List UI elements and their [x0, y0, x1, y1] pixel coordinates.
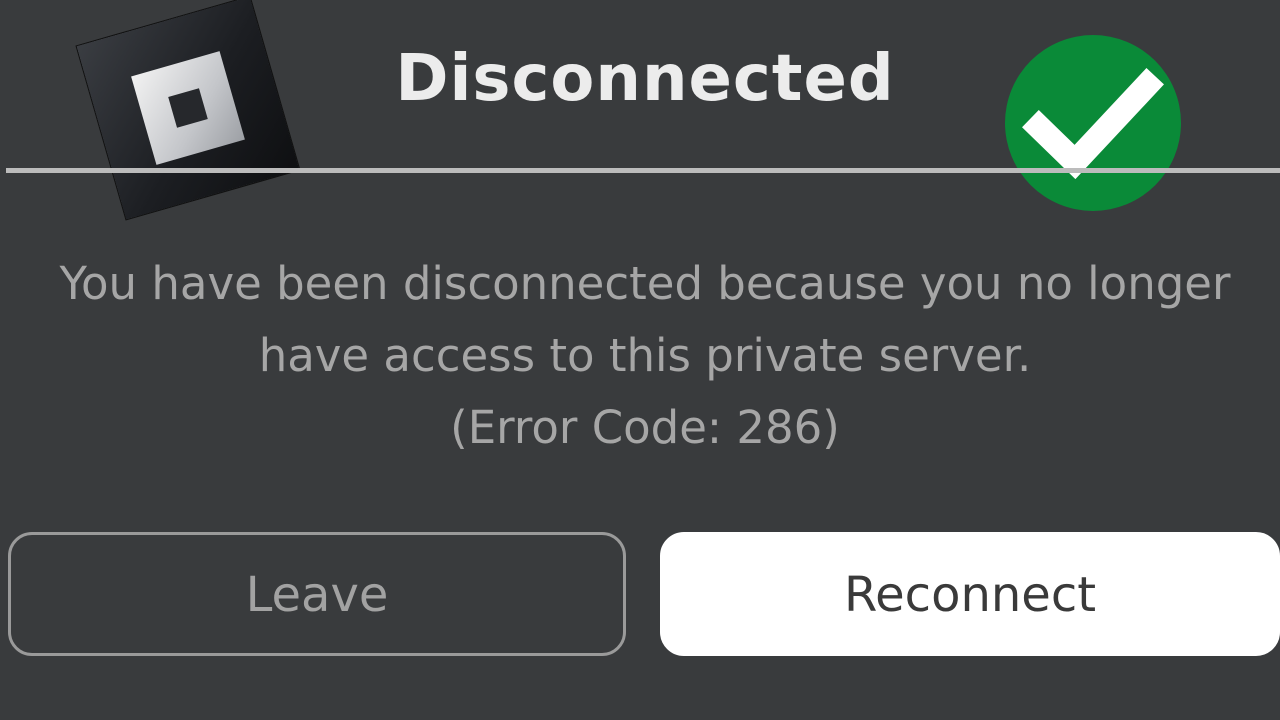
disconnect-message: You have been disconnected because you n…	[0, 248, 1280, 464]
error-code: (Error Code: 286)	[450, 401, 840, 454]
checkmark-glyph	[1022, 68, 1164, 180]
leave-button[interactable]: Leave	[8, 532, 626, 656]
checkmark-icon	[1005, 35, 1181, 211]
reconnect-button[interactable]: Reconnect	[660, 532, 1280, 656]
message-line-2: have access to this private server.	[258, 329, 1032, 382]
title-divider	[6, 168, 1280, 173]
disconnected-dialog: Disconnected You have been disconnected …	[0, 0, 1280, 720]
message-line-1: You have been disconnected because you n…	[59, 257, 1231, 310]
